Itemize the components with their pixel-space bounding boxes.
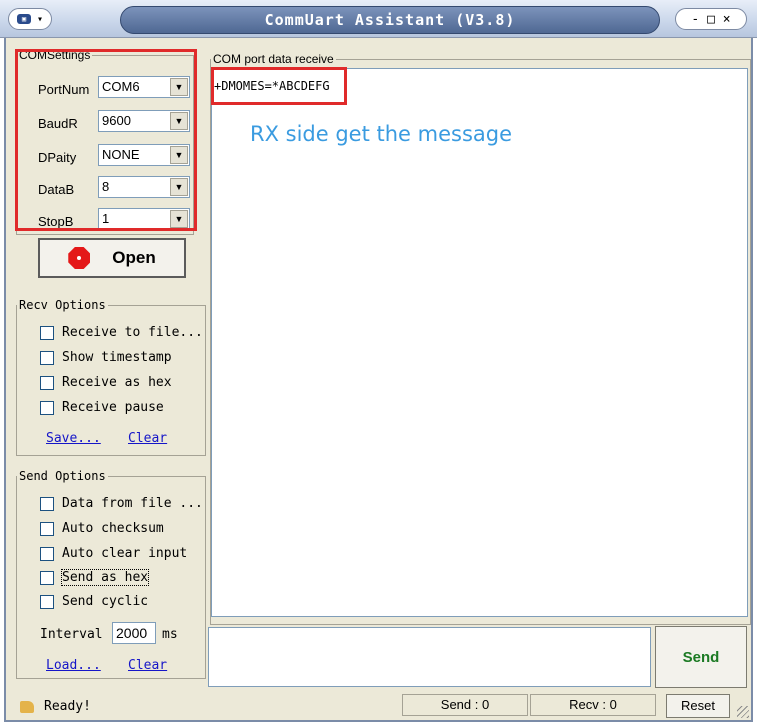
checkbox-box[interactable] (40, 325, 54, 340)
interval-input[interactable]: 2000 (112, 622, 156, 644)
load-link[interactable]: Load... (46, 658, 101, 673)
receive-pause-label: Receive pause (62, 400, 164, 415)
window-controls[interactable]: - □ × (675, 8, 747, 30)
send-options-legend: Send Options (19, 469, 106, 483)
window-title: CommUart Assistant (V3.8) (120, 6, 660, 34)
checkbox-box[interactable] (40, 350, 54, 365)
interval-unit: ms (162, 627, 178, 642)
receive-as-hex-label: Receive as hex (62, 375, 172, 390)
status-bar: Ready! Send : 0 Recv : 0 Reset (4, 690, 753, 722)
show-timestamp-checkbox[interactable]: Show timestamp (40, 350, 172, 365)
receive-as-hex-checkbox[interactable]: Receive as hex (40, 375, 172, 390)
auto-clear-input-label: Auto clear input (62, 546, 188, 561)
auto-checksum-label: Auto checksum (62, 521, 164, 536)
receive-pause-checkbox[interactable]: Receive pause (40, 400, 164, 415)
hand-icon (20, 700, 34, 713)
receive-legend: COM port data receive (213, 52, 334, 66)
send-clear-link[interactable]: Clear (128, 658, 167, 673)
resize-grip-icon[interactable] (737, 706, 749, 718)
send-cyclic-checkbox[interactable]: Send cyclic (40, 594, 148, 609)
receive-to-file-label: Receive to file... (62, 325, 203, 340)
status-ready: Ready! (20, 699, 91, 714)
open-port-button[interactable]: Open (38, 238, 186, 278)
received-data-highlight (211, 67, 347, 105)
chevron-down-icon: ▾ (36, 13, 44, 25)
recv-clear-link[interactable]: Clear (128, 431, 167, 446)
app-logo-icon: ▣ (16, 14, 31, 24)
stop-icon (68, 247, 91, 269)
recv-options-legend: Recv Options (19, 298, 106, 312)
recv-count: Recv : 0 (530, 694, 656, 716)
send-count: Send : 0 (402, 694, 528, 716)
interval-label: Interval (40, 627, 103, 642)
send-input[interactable] (208, 627, 651, 687)
save-link[interactable]: Save... (46, 431, 101, 446)
com-settings-highlight (15, 49, 197, 231)
open-button-label: Open (112, 248, 156, 267)
annotation-text: RX side get the message (250, 122, 513, 146)
checkbox-box[interactable] (40, 375, 54, 390)
send-cyclic-label: Send cyclic (62, 594, 149, 609)
auto-checksum-checkbox[interactable]: Auto checksum (40, 521, 164, 536)
checkbox-box[interactable] (40, 594, 54, 609)
checkbox-box[interactable] (40, 521, 54, 536)
checkbox-box[interactable] (40, 400, 54, 415)
checkbox-box[interactable] (40, 496, 54, 511)
send-as-hex-checkbox[interactable]: Send as hex (40, 569, 150, 586)
data-from-file-checkbox[interactable]: Data from file ... (40, 496, 203, 511)
reset-button[interactable]: Reset (666, 694, 730, 718)
receive-to-file-checkbox[interactable]: Receive to file... (40, 325, 203, 340)
checkbox-box[interactable] (40, 570, 54, 585)
auto-clear-input-checkbox[interactable]: Auto clear input (40, 546, 187, 561)
data-from-file-label: Data from file ... (62, 496, 203, 511)
send-as-hex-label: Send as hex (60, 569, 150, 586)
title-bar: ▣ ▾ CommUart Assistant (V3.8) - □ × (0, 0, 757, 38)
checkbox-box[interactable] (40, 546, 54, 561)
receive-textarea[interactable]: +DMOMES=*ABCDEFG RX side get the message (211, 67, 748, 617)
send-button[interactable]: Send (655, 626, 747, 688)
show-timestamp-label: Show timestamp (62, 350, 172, 365)
status-ready-text: Ready! (44, 699, 91, 714)
system-menu-button[interactable]: ▣ ▾ (8, 8, 52, 30)
